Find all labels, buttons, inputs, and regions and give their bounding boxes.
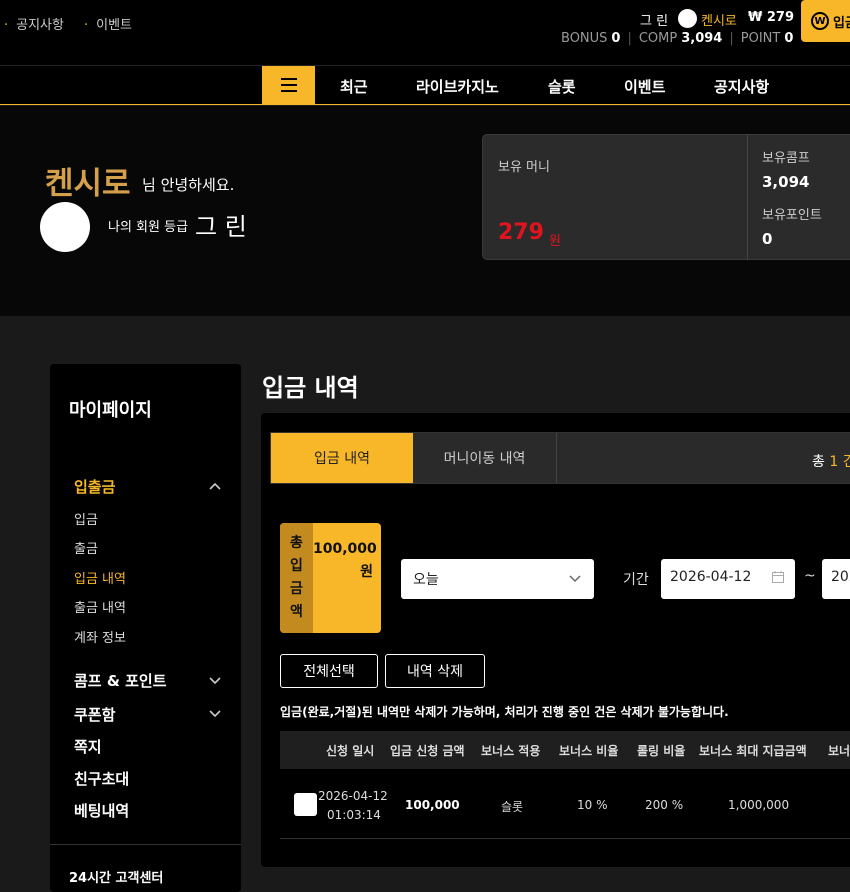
nav-item-notice[interactable]: 공지사항 <box>714 76 769 97</box>
total-deposit-value: 100,000 원 <box>313 541 377 580</box>
sidebar: 마이페이지 입출금 입금 출금 입금 내역 출금 내역 계좌 정보 콤프 & 포… <box>50 364 241 892</box>
col-rolling-rate: 롤링 비율 <box>637 744 686 758</box>
hero-greeting: 님 안녕하세요. <box>142 176 235 194</box>
row-rolling: 200 % <box>645 798 684 812</box>
hamburger-menu-icon[interactable] <box>262 66 315 104</box>
period-label: 기간 <box>623 572 649 588</box>
sidebar-item-comp-point[interactable]: 콤프 & 포인트 <box>74 670 167 691</box>
user-grade: 그 린 <box>640 14 669 29</box>
sidebar-item-deposit-history[interactable]: 입금 내역 <box>74 568 126 587</box>
total-deposit-box: 총입금액 100,000 원 <box>280 523 381 633</box>
start-date-input[interactable]: 2026-04-12 <box>661 559 795 599</box>
nav-item-live-casino[interactable]: 라이브카지노 <box>416 76 499 97</box>
row-bonus: 슬롯 <box>501 800 524 814</box>
sidebar-item-deposit[interactable]: 입금 <box>74 509 98 528</box>
nav-item-event[interactable]: 이벤트 <box>624 76 665 97</box>
col-bonus-max: 보너스 최대 지급금액 <box>699 744 807 758</box>
calendar-icon <box>772 571 784 583</box>
row-time: 01:03:14 <box>327 808 381 822</box>
nav-item-slot[interactable]: 슬롯 <box>548 76 576 97</box>
row-bonus-max: 1,000,000 <box>728 798 790 812</box>
top-bar: · 공지사항 · 이벤트 그 린 켄시로 ₩ 279 BONUS 0 | COMP 3,09… <box>0 0 850 66</box>
sidebar-item-deposit-withdraw[interactable]: 입출금 <box>74 476 115 497</box>
chevron-down-icon[interactable] <box>208 706 222 720</box>
row-date: 2026-04-12 <box>318 789 388 803</box>
col-bonus: 보너스 <box>828 744 850 758</box>
col-bonus-apply: 보너스 적용 <box>481 744 541 758</box>
event-link[interactable]: · 이벤트 <box>84 14 132 33</box>
date-separator: ~ <box>804 568 816 584</box>
sidebar-item-withdraw[interactable]: 출금 <box>74 538 98 557</box>
username: 켄시로 <box>701 14 737 29</box>
comp-label: 보유콤프 <box>762 151 810 166</box>
row-amount: 100,000 <box>405 798 460 812</box>
grade-label: 나의 회원 등급 <box>108 220 189 235</box>
select-all-button[interactable]: 전체선택 <box>280 654 378 688</box>
sidebar-item-coupons[interactable]: 쿠폰함 <box>74 704 115 725</box>
nav-item-recent[interactable]: 최근 <box>340 76 368 97</box>
grade-value: 그 린 <box>195 213 247 241</box>
col-request-date: 신청 일시 <box>326 744 375 758</box>
hero-avatar <box>40 202 90 252</box>
period-select[interactable]: 오늘 <box>401 559 594 599</box>
sidebar-item-invite[interactable]: 친구초대 <box>74 768 129 789</box>
wallet-card-divider <box>747 134 748 260</box>
notice-link[interactable]: · 공지사항 <box>4 14 64 33</box>
bonus-stat: BONUS 0 | COMP 3,094 | POINT 0 <box>561 31 794 46</box>
row-checkbox[interactable] <box>294 793 317 816</box>
chevron-up-icon[interactable] <box>208 479 222 493</box>
avatar <box>678 9 697 28</box>
support-center-link[interactable]: 24시간 고객센터 <box>69 867 163 886</box>
money-label: 보유 머니 <box>498 160 550 175</box>
sidebar-item-account-info[interactable]: 계좌 정보 <box>74 627 126 646</box>
row-divider <box>280 838 850 839</box>
chevron-down-icon[interactable] <box>208 673 222 687</box>
sidebar-item-messages[interactable]: 쪽지 <box>74 736 102 757</box>
hero-username: 켄시로 <box>45 166 131 202</box>
chevron-down-icon <box>569 575 581 583</box>
point-value: 0 <box>762 230 773 248</box>
deposit-button[interactable]: W 입금 <box>801 0 850 42</box>
balance: ₩ 279 <box>748 10 795 25</box>
sidebar-item-bet-history[interactable]: 베팅내역 <box>74 800 129 821</box>
page-title: 입금 내역 <box>262 374 359 402</box>
row-bonus-rate: 10 % <box>577 798 608 812</box>
money-unit: 원 <box>549 234 561 249</box>
comp-value: 3,094 <box>762 173 810 191</box>
sidebar-title: 마이페이지 <box>69 400 152 421</box>
col-bonus-rate: 보너스 비율 <box>559 744 619 758</box>
tab-deposit-history[interactable]: 입금 내역 <box>271 433 413 483</box>
won-coin-icon: W <box>811 12 829 30</box>
end-date-input[interactable]: 2026-04-12 <box>822 559 850 599</box>
profile-hero: 켄시로 님 안녕하세요. 나의 회원 등급 그 린 보유 머니 279 원 보유… <box>0 106 850 316</box>
sidebar-divider <box>50 844 241 845</box>
money-value: 279 <box>498 220 544 245</box>
main-nav: 최근 라이브카지노 슬롯 이벤트 공지사항 <box>0 66 850 105</box>
delete-history-button[interactable]: 내역 삭제 <box>385 654 485 688</box>
total-deposit-label: 총입금액 <box>280 523 313 633</box>
point-label: 보유포인트 <box>762 208 822 223</box>
tab-money-transfer[interactable]: 머니이동 내역 <box>413 433 557 483</box>
delete-notice: 입금(완료,거절)된 내역만 삭제가 가능하며, 처리가 진행 중인 건은 삭제… <box>280 705 729 719</box>
col-deposit-amount: 입금 신청 금액 <box>390 744 465 758</box>
sidebar-item-withdraw-history[interactable]: 출금 내역 <box>74 597 126 616</box>
total-count: 총 1 건 <box>812 454 850 470</box>
